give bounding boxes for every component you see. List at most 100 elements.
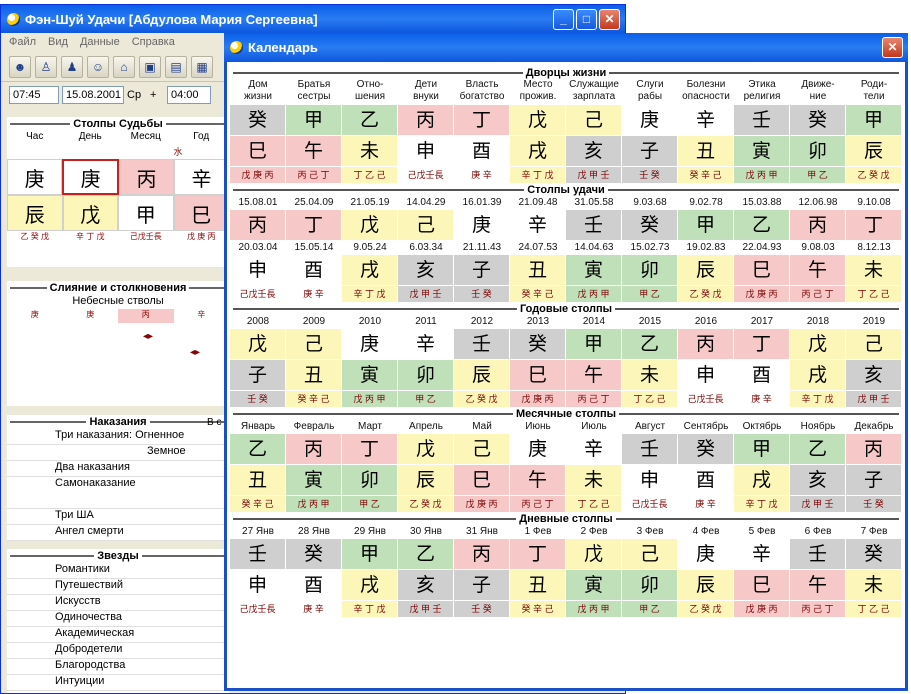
- years-branch-cell[interactable]: 寅: [342, 360, 398, 391]
- months-stem-cell[interactable]: 庚: [510, 434, 566, 465]
- window-icon[interactable]: ▣: [139, 56, 161, 78]
- fate-branch[interactable]: 巳: [173, 195, 229, 231]
- palaces-stem-cell[interactable]: 庚: [622, 105, 678, 136]
- months-branch-cell[interactable]: 亥: [790, 465, 846, 496]
- luck-branch-cell[interactable]: 酉: [286, 255, 342, 286]
- luck-branch-cell[interactable]: 午: [790, 255, 846, 286]
- luck-stem-cell[interactable]: 丁: [286, 210, 342, 241]
- years-stem-cell[interactable]: 壬: [454, 329, 510, 360]
- menu-help[interactable]: Справка: [132, 36, 175, 49]
- years-branch-cell[interactable]: 子: [230, 360, 286, 391]
- palaces-stem-cell[interactable]: 己: [566, 105, 622, 136]
- luck-branch-cell[interactable]: 亥: [398, 255, 454, 286]
- days-stem-cell[interactable]: 丁: [510, 539, 566, 570]
- palaces-stem-cell[interactable]: 辛: [678, 105, 734, 136]
- luck-stem-cell[interactable]: 壬: [566, 210, 622, 241]
- luck-branch-cell[interactable]: 卯: [622, 255, 678, 286]
- palaces-branch-cell[interactable]: 辰: [846, 136, 902, 167]
- fate-stem[interactable]: 丙: [119, 159, 174, 195]
- luck-branch-cell[interactable]: 未: [846, 255, 902, 286]
- years-branch-cell[interactable]: 午: [566, 360, 622, 391]
- days-stem-cell[interactable]: 戊: [566, 539, 622, 570]
- luck-stem-cell[interactable]: 丁: [846, 210, 902, 241]
- years-stem-cell[interactable]: 己: [846, 329, 902, 360]
- months-branch-cell[interactable]: 卯: [342, 465, 398, 496]
- days-branch-cell[interactable]: 申: [230, 570, 286, 601]
- luck-branch-cell[interactable]: 申: [230, 255, 286, 286]
- days-branch-cell[interactable]: 亥: [398, 570, 454, 601]
- palaces-branch-cell[interactable]: 午: [286, 136, 342, 167]
- years-branch-cell[interactable]: 未: [622, 360, 678, 391]
- years-stem-cell[interactable]: 丁: [734, 329, 790, 360]
- days-branch-cell[interactable]: 丑: [510, 570, 566, 601]
- palaces-branch-cell[interactable]: 丑: [678, 136, 734, 167]
- years-stem-cell[interactable]: 癸: [510, 329, 566, 360]
- days-branch-cell[interactable]: 未: [846, 570, 902, 601]
- fate-branch[interactable]: 甲: [118, 195, 174, 231]
- months-branch-cell[interactable]: 申: [622, 465, 678, 496]
- time-field[interactable]: 07:45: [9, 86, 59, 104]
- years-branch-cell[interactable]: 卯: [398, 360, 454, 391]
- calendar-close-button[interactable]: ✕: [882, 37, 903, 58]
- years-branch-cell[interactable]: 申: [678, 360, 734, 391]
- menu-file[interactable]: Файл: [9, 36, 36, 49]
- months-branch-cell[interactable]: 丑: [230, 465, 286, 496]
- palaces-branch-cell[interactable]: 子: [622, 136, 678, 167]
- months-stem-cell[interactable]: 戊: [398, 434, 454, 465]
- days-branch-cell[interactable]: 寅: [566, 570, 622, 601]
- months-stem-cell[interactable]: 丁: [342, 434, 398, 465]
- family-icon[interactable]: ☺: [87, 56, 109, 78]
- luck-stem-cell[interactable]: 甲: [678, 210, 734, 241]
- palaces-stem-cell[interactable]: 癸: [790, 105, 846, 136]
- luck-branch-cell[interactable]: 寅: [566, 255, 622, 286]
- years-branch-cell[interactable]: 酉: [734, 360, 790, 391]
- home-icon[interactable]: ⌂: [113, 56, 135, 78]
- years-branch-cell[interactable]: 亥: [846, 360, 902, 391]
- fate-branch[interactable]: 辰: [7, 195, 63, 231]
- person2-icon[interactable]: ♟: [61, 56, 83, 78]
- days-stem-cell[interactable]: 癸: [286, 539, 342, 570]
- months-stem-cell[interactable]: 乙: [790, 434, 846, 465]
- luck-stem-cell[interactable]: 丙: [230, 210, 286, 241]
- maximize-button[interactable]: □: [576, 9, 597, 30]
- months-stem-cell[interactable]: 壬: [622, 434, 678, 465]
- months-branch-cell[interactable]: 午: [510, 465, 566, 496]
- palaces-branch-cell[interactable]: 巳: [230, 136, 286, 167]
- luck-branch-cell[interactable]: 丑: [510, 255, 566, 286]
- months-branch-cell[interactable]: 未: [566, 465, 622, 496]
- months-stem-cell[interactable]: 丙: [846, 434, 902, 465]
- years-stem-cell[interactable]: 己: [286, 329, 342, 360]
- months-branch-cell[interactable]: 巳: [454, 465, 510, 496]
- days-stem-cell[interactable]: 甲: [342, 539, 398, 570]
- years-stem-cell[interactable]: 戊: [230, 329, 286, 360]
- menu-view[interactable]: Вид: [48, 36, 68, 49]
- palaces-branch-cell[interactable]: 未: [342, 136, 398, 167]
- luck-branch-cell[interactable]: 巳: [734, 255, 790, 286]
- days-branch-cell[interactable]: 辰: [678, 570, 734, 601]
- months-stem-cell[interactable]: 丙: [286, 434, 342, 465]
- time2-field[interactable]: 04:00: [167, 86, 211, 104]
- years-stem-cell[interactable]: 甲: [566, 329, 622, 360]
- document-icon[interactable]: ▤: [165, 56, 187, 78]
- luck-stem-cell[interactable]: 癸: [622, 210, 678, 241]
- palaces-stem-cell[interactable]: 丙: [398, 105, 454, 136]
- months-stem-cell[interactable]: 甲: [734, 434, 790, 465]
- months-branch-cell[interactable]: 酉: [678, 465, 734, 496]
- palaces-stem-cell[interactable]: 乙: [342, 105, 398, 136]
- palaces-branch-cell[interactable]: 卯: [790, 136, 846, 167]
- days-stem-cell[interactable]: 己: [622, 539, 678, 570]
- palaces-branch-cell[interactable]: 亥: [566, 136, 622, 167]
- days-branch-cell[interactable]: 卯: [622, 570, 678, 601]
- luck-branch-cell[interactable]: 辰: [678, 255, 734, 286]
- days-stem-cell[interactable]: 癸: [846, 539, 902, 570]
- months-stem-cell[interactable]: 乙: [230, 434, 286, 465]
- grid-icon[interactable]: ▦: [191, 56, 213, 78]
- years-branch-cell[interactable]: 戌: [790, 360, 846, 391]
- years-stem-cell[interactable]: 辛: [398, 329, 454, 360]
- days-stem-cell[interactable]: 壬: [790, 539, 846, 570]
- years-stem-cell[interactable]: 丙: [678, 329, 734, 360]
- palaces-stem-cell[interactable]: 甲: [286, 105, 342, 136]
- fate-stem[interactable]: 庚: [62, 159, 119, 195]
- people-icon[interactable]: ☻: [9, 56, 31, 78]
- luck-branch-cell[interactable]: 戌: [342, 255, 398, 286]
